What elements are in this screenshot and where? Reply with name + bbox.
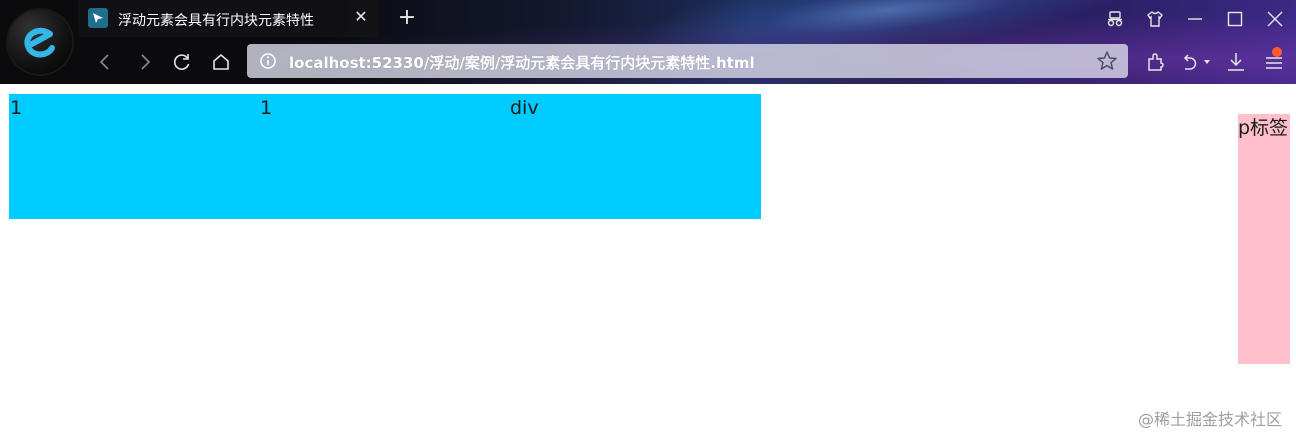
page-content: 1 1 div p标签 @稀土掘金技术社区 xyxy=(0,84,1296,442)
url-text[interactable]: localhost:52330/浮动/案例/浮动元素会具有行内块元素特性.htm… xyxy=(289,52,755,73)
site-info-icon[interactable] xyxy=(259,52,277,70)
download-icon[interactable] xyxy=(1224,50,1248,74)
home-icon[interactable] xyxy=(208,49,234,75)
notification-dot xyxy=(1272,47,1282,57)
close-window-icon[interactable] xyxy=(1262,6,1288,32)
browser-logo-icon[interactable] xyxy=(8,10,72,74)
p-tag-box: p标签 xyxy=(1238,114,1290,364)
skin-icon[interactable] xyxy=(1142,6,1168,32)
minimize-icon[interactable] xyxy=(1182,6,1208,32)
address-bar[interactable]: localhost:52330/浮动/案例/浮动元素会具有行内块元素特性.htm… xyxy=(247,44,1128,78)
new-tab-icon[interactable]: + xyxy=(394,5,420,31)
float-div: div xyxy=(509,94,761,219)
float-span-2: 1 xyxy=(259,94,511,219)
float-span-1: 1 xyxy=(9,94,261,219)
close-tab-icon[interactable]: ✕ xyxy=(351,6,371,28)
tab-title: 浮动元素会具有行内块元素特性 xyxy=(118,13,314,29)
bookmark-star-icon[interactable] xyxy=(1096,50,1118,72)
extensions-icon[interactable] xyxy=(1144,50,1168,74)
back-icon[interactable] xyxy=(92,49,118,75)
reading-mode-icon[interactable] xyxy=(1102,6,1128,32)
reload-icon[interactable] xyxy=(169,49,195,75)
undo-close-icon[interactable] xyxy=(1180,50,1212,74)
browser-chrome: 浮动元素会具有行内块元素特性 ✕ + localhost:52330/浮动/案例… xyxy=(0,0,1296,84)
maximize-icon[interactable] xyxy=(1222,6,1248,32)
active-tab[interactable]: 浮动元素会具有行内块元素特性 ✕ xyxy=(78,0,378,37)
forward-icon[interactable] xyxy=(132,49,158,75)
page-favicon-icon xyxy=(88,8,108,28)
watermark: @稀土掘金技术社区 xyxy=(1137,410,1282,429)
